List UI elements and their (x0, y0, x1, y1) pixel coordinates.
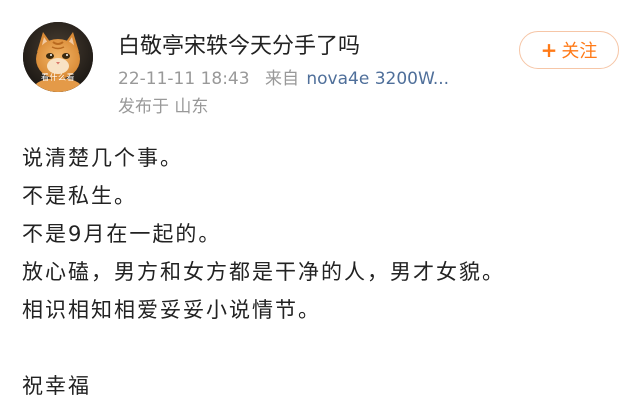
content-line: 不是9月在一起的。 (22, 222, 222, 246)
post-location: 发布于 山东 (118, 97, 209, 117)
plus-icon: + (540, 38, 558, 62)
follow-button[interactable]: + 关注 (519, 31, 619, 69)
from-label: 来自 (264, 69, 299, 89)
content-line: 祝幸福 (22, 374, 91, 398)
weibo-post: 看什么看 白敬亭宋轶今天分手了吗 22-11-11 18:43 来自 nova4… (0, 0, 640, 414)
content-line: 说清楚几个事。 (22, 146, 183, 170)
avatar-caption: 看什么看 (41, 73, 75, 82)
content-line: 放心磕，男方和女方都是干净的人，男才女貌。 (22, 260, 505, 284)
content-line: 不是私生。 (22, 184, 137, 208)
avatar[interactable]: 看什么看 (23, 22, 93, 92)
follow-label: 关注 (561, 41, 598, 62)
post-timestamp: 22-11-11 18:43 (118, 69, 250, 89)
author-name[interactable]: 白敬亭宋轶今天分手了吗 (118, 28, 360, 60)
post-content: 说清楚几个事。 不是私生。 不是9月在一起的。 放心磕，男方和女方都是干净的人，… (22, 139, 505, 405)
post-meta: 22-11-11 18:43 来自 nova4e 3200W... (118, 64, 463, 89)
content-line: 相识相知相爱妥妥小说情节。 (22, 298, 321, 322)
post-source[interactable]: nova4e 3200W... (306, 69, 449, 89)
content-blank-line (22, 329, 505, 367)
